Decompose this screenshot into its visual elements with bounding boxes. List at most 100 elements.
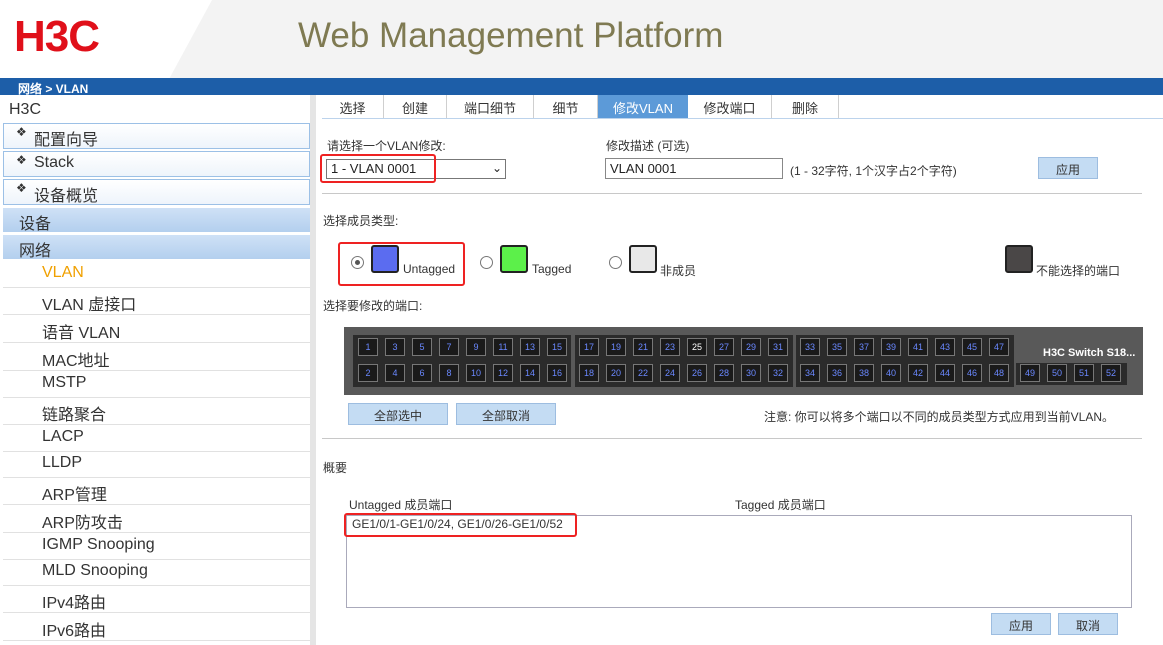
- highlight-untagged: [338, 242, 465, 286]
- port-26[interactable]: 26: [687, 364, 707, 382]
- port-2[interactable]: 2: [358, 364, 378, 382]
- description-hint: (1 - 32字符, 1个汉字占2个字符): [790, 164, 957, 178]
- port-1[interactable]: 1: [358, 338, 378, 356]
- port-select-label: 选择要修改的端口:: [323, 299, 423, 313]
- sidebar-item-link-aggregation[interactable]: 链路聚合: [3, 398, 310, 425]
- port-32[interactable]: 32: [768, 364, 788, 382]
- port-46[interactable]: 46: [962, 364, 982, 382]
- sidebar-item-ipv6[interactable]: IPv6路由: [3, 614, 310, 641]
- sidebar-item-stack[interactable]: ❖ Stack: [3, 151, 310, 177]
- port-33[interactable]: 33: [800, 338, 820, 356]
- tab-modify-vlan[interactable]: 修改VLAN: [598, 95, 688, 118]
- port-51[interactable]: 51: [1074, 364, 1094, 382]
- sidebar-item-overview[interactable]: ❖ 设备概览: [3, 179, 310, 205]
- tab-create[interactable]: 创建: [384, 95, 447, 118]
- port-15[interactable]: 15: [547, 338, 567, 356]
- port-22[interactable]: 22: [633, 364, 653, 382]
- port-38[interactable]: 38: [854, 364, 874, 382]
- tab-port-detail[interactable]: 端口细节: [447, 95, 534, 118]
- port-23[interactable]: 23: [660, 338, 680, 356]
- port-27[interactable]: 27: [714, 338, 734, 356]
- port-5[interactable]: 5: [412, 338, 432, 356]
- deselect-all-button[interactable]: 全部取消: [456, 403, 556, 425]
- port-42[interactable]: 42: [908, 364, 928, 382]
- port-24[interactable]: 24: [660, 364, 680, 382]
- port-52[interactable]: 52: [1101, 364, 1121, 382]
- port-35[interactable]: 35: [827, 338, 847, 356]
- sidebar-item-mstp[interactable]: MSTP: [3, 371, 310, 398]
- description-label: 修改描述 (可选): [606, 139, 690, 153]
- port-6[interactable]: 6: [412, 364, 432, 382]
- port-39[interactable]: 39: [881, 338, 901, 356]
- tab-select[interactable]: 选择: [322, 95, 384, 118]
- tab-delete[interactable]: 删除: [772, 95, 839, 118]
- sidebar-item-arp-attack[interactable]: ARP防攻击: [3, 506, 310, 533]
- port-10[interactable]: 10: [466, 364, 486, 382]
- port-19[interactable]: 19: [606, 338, 626, 356]
- port-20[interactable]: 20: [606, 364, 626, 382]
- select-all-button[interactable]: 全部选中: [348, 403, 448, 425]
- port-41[interactable]: 41: [908, 338, 928, 356]
- sidebar-item-label: 设备概览: [34, 188, 99, 205]
- highlight-untagged-ports: [344, 513, 577, 537]
- port-40[interactable]: 40: [881, 364, 901, 382]
- sidebar-category-network[interactable]: 网络: [3, 235, 310, 260]
- sidebar-item-igmp[interactable]: IGMP Snooping: [3, 533, 310, 560]
- port-37[interactable]: 37: [854, 338, 874, 356]
- nonmember-label: 非成员: [660, 264, 697, 278]
- port-47[interactable]: 47: [989, 338, 1009, 356]
- port-34[interactable]: 34: [800, 364, 820, 382]
- port-36[interactable]: 36: [827, 364, 847, 382]
- port-4[interactable]: 4: [385, 364, 405, 382]
- port-7[interactable]: 7: [439, 338, 459, 356]
- port-29[interactable]: 29: [741, 338, 761, 356]
- port-44[interactable]: 44: [935, 364, 955, 382]
- diamond-icon: ❖: [16, 125, 27, 139]
- port-8[interactable]: 8: [439, 364, 459, 382]
- divider: [322, 193, 1142, 194]
- sidebar-item-vlan[interactable]: VLAN: [3, 261, 310, 288]
- port-17[interactable]: 17: [579, 338, 599, 356]
- port-25[interactable]: 25: [687, 338, 707, 356]
- description-input[interactable]: VLAN 0001: [605, 158, 783, 179]
- divider: [322, 438, 1142, 439]
- nonmember-radio[interactable]: [609, 256, 622, 269]
- apply-button[interactable]: 应用: [991, 613, 1051, 635]
- port-45[interactable]: 45: [962, 338, 982, 356]
- sidebar-item-lldp[interactable]: LLDP: [3, 451, 310, 478]
- sidebar-item-mld[interactable]: MLD Snooping: [3, 559, 310, 586]
- highlight-vlan-select: [320, 154, 436, 183]
- port-50[interactable]: 50: [1047, 364, 1067, 382]
- port-14[interactable]: 14: [520, 364, 540, 382]
- sidebar-item-ipv4[interactable]: IPv4路由: [3, 586, 310, 613]
- sidebar-item-vlan-interface[interactable]: VLAN 虚接口: [3, 288, 310, 315]
- tab-detail[interactable]: 细节: [534, 95, 598, 118]
- sidebar-item-arp[interactable]: ARP管理: [3, 478, 310, 505]
- apply-description-button[interactable]: 应用: [1038, 157, 1098, 179]
- port-28[interactable]: 28: [714, 364, 734, 382]
- port-30[interactable]: 30: [741, 364, 761, 382]
- tab-modify-port[interactable]: 修改端口: [688, 95, 772, 118]
- sidebar-item-voice-vlan[interactable]: 语音 VLAN: [3, 316, 310, 343]
- sidebar-root[interactable]: H3C: [9, 101, 41, 119]
- nonmember-swatch: [629, 245, 657, 273]
- port-9[interactable]: 9: [466, 338, 486, 356]
- port-48[interactable]: 48: [989, 364, 1009, 382]
- cancel-button[interactable]: 取消: [1058, 613, 1118, 635]
- sidebar-item-wizard[interactable]: ❖ 配置向导: [3, 123, 310, 149]
- port-49[interactable]: 49: [1020, 364, 1040, 382]
- sidebar-item-lacp[interactable]: LACP: [3, 425, 310, 452]
- port-13[interactable]: 13: [520, 338, 540, 356]
- sidebar-item-mac[interactable]: MAC地址: [3, 344, 310, 371]
- port-31[interactable]: 31: [768, 338, 788, 356]
- sidebar-category-device[interactable]: 设备: [3, 208, 310, 233]
- port-16[interactable]: 16: [547, 364, 567, 382]
- port-11[interactable]: 11: [493, 338, 513, 356]
- port-18[interactable]: 18: [579, 364, 599, 382]
- tagged-swatch: [500, 245, 528, 273]
- tagged-radio[interactable]: [480, 256, 493, 269]
- port-43[interactable]: 43: [935, 338, 955, 356]
- port-3[interactable]: 3: [385, 338, 405, 356]
- port-12[interactable]: 12: [493, 364, 513, 382]
- port-21[interactable]: 21: [633, 338, 653, 356]
